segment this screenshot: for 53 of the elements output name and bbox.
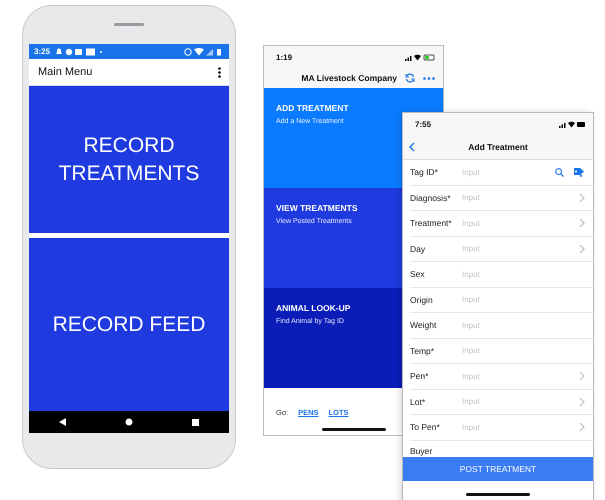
input-field[interactable]: Input [462, 320, 585, 330]
chevron-icon [579, 371, 585, 382]
input-field[interactable]: Input [462, 397, 579, 406]
screen-title: Add Treatment [467, 142, 529, 152]
status-time: 7:55 [415, 120, 432, 128]
field-label: Diagnosis* [410, 192, 452, 203]
input-field[interactable]: Input [462, 193, 579, 202]
input-field[interactable]: Input [462, 422, 579, 432]
status-time: 3:25 [34, 47, 50, 56]
speaker-slot [114, 23, 144, 26]
input-field[interactable]: Input [462, 168, 555, 177]
field-label: Lot* [410, 396, 426, 407]
input-field[interactable]: Input [462, 346, 585, 356]
input-field[interactable]: Input [462, 372, 579, 381]
field-label: Origin [410, 294, 434, 305]
tag-icon[interactable] [574, 167, 585, 178]
chevron-icon [579, 422, 585, 432]
chevron-icon [579, 396, 585, 407]
field-label: To Pen* [410, 422, 441, 432]
field-label: Tag ID* [410, 167, 439, 178]
app-title: Main Menu [38, 66, 92, 78]
home-indicator [322, 428, 386, 431]
field-label: Day [410, 244, 426, 254]
chevron-icon [579, 192, 585, 203]
menu-tile[interactable]: RECORD TREATMENTS [29, 86, 229, 233]
field-label: Sex [410, 269, 426, 280]
input-field[interactable]: Input [462, 270, 585, 279]
input-field[interactable]: Input [462, 218, 579, 228]
more-menu-icon[interactable] [218, 66, 221, 78]
status-icons-drawing [405, 54, 435, 60]
recents-icon[interactable] [192, 418, 200, 426]
chevron-icon [579, 244, 585, 254]
system-icons-drawing [184, 48, 224, 56]
home-indicator [466, 493, 530, 496]
search-icon[interactable] [555, 168, 564, 177]
input-field[interactable]: Input [462, 295, 585, 304]
home-icon[interactable] [124, 418, 133, 426]
field-label: Treatment* [410, 218, 453, 228]
status-time: 1:19 [276, 52, 292, 62]
post-treatment-button[interactable]: POST TREATMENT [403, 457, 593, 481]
chevron-icon [579, 218, 585, 228]
refresh-icon[interactable] [405, 73, 415, 83]
company-name: MA Livestock Company [301, 73, 397, 83]
back-icon[interactable] [58, 418, 66, 426]
more-icon[interactable] [423, 76, 435, 80]
field-label: Weight [410, 320, 438, 330]
field-label: Pen* [410, 371, 430, 382]
input-field[interactable]: Input [462, 244, 579, 254]
menu-tile-edge [402, 88, 443, 112]
field-label: Buyer [410, 446, 434, 456]
menu-tile[interactable]: RECORD FEED [29, 238, 229, 411]
status-icons-drawing [559, 120, 585, 128]
field-label: Temp* [410, 346, 436, 356]
